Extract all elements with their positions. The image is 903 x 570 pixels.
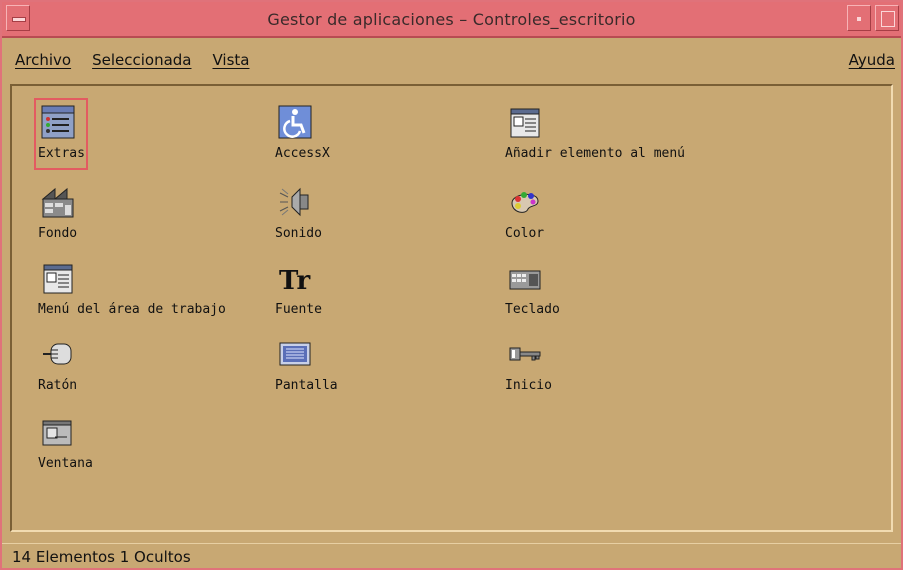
mouse-icon xyxy=(40,336,76,372)
speaker-icon xyxy=(277,184,313,220)
icon-item-ventana[interactable]: Ventana xyxy=(38,414,108,476)
accessibility-icon xyxy=(277,104,313,140)
menu-seleccionada[interactable]: Seleccionada xyxy=(92,51,191,69)
icon-label: Ratón xyxy=(38,378,78,393)
app-manager-window: Gestor de aplicaciones – Controles_escri… xyxy=(0,0,903,570)
palette-icon xyxy=(507,184,543,220)
icon-item-workspace-menu[interactable]: Menú del área de trabajo xyxy=(38,260,268,322)
keyboard-icon xyxy=(507,260,543,296)
icon-item-teclado[interactable]: Teclado xyxy=(505,260,575,322)
window-icon xyxy=(40,414,76,450)
window-menu-button[interactable] xyxy=(6,5,30,31)
icon-item-pantalla[interactable]: Pantalla xyxy=(275,336,345,398)
menu-vista[interactable]: Vista xyxy=(212,51,249,69)
icon-label: Sonido xyxy=(275,226,322,241)
startup-key-icon xyxy=(507,336,543,372)
icon-item-fuente[interactable]: Tr Fuente xyxy=(275,260,345,322)
icon-item-sonido[interactable]: Sonido xyxy=(275,184,345,246)
add-menu-item-icon xyxy=(507,104,543,140)
status-text: 14 Elementos 1 Ocultos xyxy=(12,548,191,566)
icon-label: Menú del área de trabajo xyxy=(38,302,226,317)
menu-bar: Archivo Seleccionada Vista Ayuda xyxy=(2,38,901,82)
icon-item-extras[interactable]: Extras xyxy=(38,104,108,166)
icon-label: Color xyxy=(505,226,545,241)
icon-item-inicio[interactable]: Inicio xyxy=(505,336,575,398)
icon-item-add-menu[interactable]: Añadir elemento al menú xyxy=(505,104,735,166)
icon-label: Ventana xyxy=(38,456,93,471)
maximize-button[interactable] xyxy=(875,5,899,31)
icon-label: Pantalla xyxy=(275,378,338,393)
icon-label: Teclado xyxy=(505,302,560,317)
icon-label: Inicio xyxy=(505,378,552,393)
svg-text:Tr: Tr xyxy=(279,266,310,295)
window-title: Gestor de aplicaciones – Controles_escri… xyxy=(267,9,636,29)
extras-icon xyxy=(40,104,76,140)
icon-label: Extras xyxy=(38,146,85,161)
font-icon: Tr xyxy=(277,260,313,296)
screen-icon xyxy=(277,336,313,372)
icon-view[interactable]: Extras AccessX Añadir elemento al menú F… xyxy=(10,84,893,532)
icon-label: Fuente xyxy=(275,302,322,317)
icon-label: AccessX xyxy=(275,146,330,161)
icon-item-accessx[interactable]: AccessX xyxy=(275,104,345,166)
icon-item-color[interactable]: Color xyxy=(505,184,575,246)
menu-ayuda[interactable]: Ayuda xyxy=(849,51,895,69)
backdrop-icon xyxy=(40,184,76,220)
workspace-menu-icon xyxy=(40,260,76,296)
title-bar[interactable]: Gestor de aplicaciones – Controles_escri… xyxy=(2,2,901,38)
status-bar: 14 Elementos 1 Ocultos xyxy=(2,543,901,570)
icon-label: Añadir elemento al menú xyxy=(505,146,686,161)
minimize-button[interactable] xyxy=(847,5,871,31)
icon-label: Fondo xyxy=(38,226,78,241)
menu-archivo[interactable]: Archivo xyxy=(15,51,71,69)
icon-item-fondo[interactable]: Fondo xyxy=(38,184,108,246)
icon-item-raton[interactable]: Ratón xyxy=(38,336,108,398)
